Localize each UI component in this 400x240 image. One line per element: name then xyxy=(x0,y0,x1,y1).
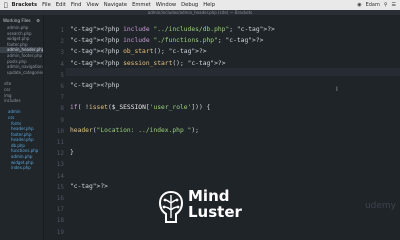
code-line[interactable]: "c-tag"><?php include "./functions.php";… xyxy=(70,37,263,44)
working-file-item[interactable]: admin_footer.php xyxy=(0,53,43,59)
user-name[interactable]: Edam xyxy=(366,2,380,8)
menu-edit[interactable]: Edit xyxy=(56,2,66,8)
menu-emmet[interactable]: Emmet xyxy=(132,2,151,8)
line-number: 17 xyxy=(56,206,64,214)
line-number: 11 xyxy=(56,139,64,146)
line-number: 13 xyxy=(56,161,64,169)
line-gutter: 1234567891011121314151617181920 xyxy=(44,15,66,240)
udemy-watermark: udemy xyxy=(364,201,396,211)
line-number: 8 xyxy=(60,105,64,113)
line-number: 10 xyxy=(56,127,64,135)
line-number: 9 xyxy=(60,116,64,124)
line-number: 2 xyxy=(60,38,64,46)
text-cursor: I xyxy=(336,86,338,93)
app-menu[interactable]: Brackets xyxy=(12,2,37,8)
working-file-item[interactable]: admin_navigation.php xyxy=(0,64,43,70)
code-line[interactable]: "c-tag"><?php session_start(); "c-tag">?… xyxy=(70,60,225,67)
logo-text-luster: Luster xyxy=(188,203,242,221)
code-line[interactable]: "c-tag"><?php include "../includes/db.ph… xyxy=(70,26,275,33)
search-icon[interactable]: ⚲ xyxy=(384,2,388,8)
menu-file[interactable]: File xyxy=(42,2,51,8)
tree-item[interactable]: index.php xyxy=(0,165,43,171)
menu-navigate[interactable]: Navigate xyxy=(104,2,127,8)
code-line[interactable]: header("Location: ../index.php "); xyxy=(70,127,199,134)
line-number: 12 xyxy=(56,150,64,158)
list-icon[interactable]: ☰ xyxy=(392,2,396,8)
line-number: 5 xyxy=(60,71,64,79)
line-number: 7 xyxy=(60,94,64,102)
project-tree: site css img includes admin css fonts header.ph… xyxy=(0,81,43,171)
line-number: 6 xyxy=(60,83,64,90)
current-line-highlight xyxy=(66,68,400,76)
working-files-label: Working Files xyxy=(3,18,31,23)
line-number: 3 xyxy=(60,49,64,57)
line-number: 16 xyxy=(56,195,64,202)
line-number: 18 xyxy=(56,217,64,225)
working-files-list: admin.php xsearch.php widget.php footer.php… xyxy=(0,25,43,75)
code-line[interactable]: "c-tag"><?php xyxy=(70,82,119,89)
line-number: 1 xyxy=(60,27,64,34)
settings-icon[interactable]: ⚙ xyxy=(36,18,40,23)
sidebar: Working Files ⚙ admin.php xsearch.php widg… xyxy=(0,15,44,240)
logo-text-mind: Mind xyxy=(188,187,230,205)
menu-view[interactable]: View xyxy=(86,2,98,8)
line-number: 4 xyxy=(60,60,64,68)
line-number: 19 xyxy=(56,228,64,236)
wifi-icon[interactable]: ◉ xyxy=(357,2,361,8)
line-number: 15 xyxy=(56,183,64,191)
menu-help[interactable]: Help xyxy=(203,2,215,8)
code-line[interactable]: if( !isset($_SESSION['user_role'])) { xyxy=(70,104,210,111)
code-line[interactable]: "c-tag">?> xyxy=(70,183,108,190)
brain-logo-icon xyxy=(158,190,184,223)
menu-bar:  Brackets File Edit Find View Navigate … xyxy=(0,0,400,10)
working-file-item[interactable]: update_categories.php xyxy=(0,70,43,76)
menu-find[interactable]: Find xyxy=(71,2,82,8)
code-line[interactable]: } xyxy=(70,149,74,156)
code-line[interactable]: "c-tag"><?php ob_start(); "c-tag">?> xyxy=(70,48,207,55)
line-number: 14 xyxy=(56,172,64,180)
mindluster-logo: Mind Luster xyxy=(158,186,248,228)
apple-menu-icon[interactable]:  xyxy=(4,2,8,9)
working-files-header: Working Files ⚙ xyxy=(0,15,43,25)
menu-debug[interactable]: Debug xyxy=(181,2,198,8)
menu-window[interactable]: Window xyxy=(156,2,176,8)
